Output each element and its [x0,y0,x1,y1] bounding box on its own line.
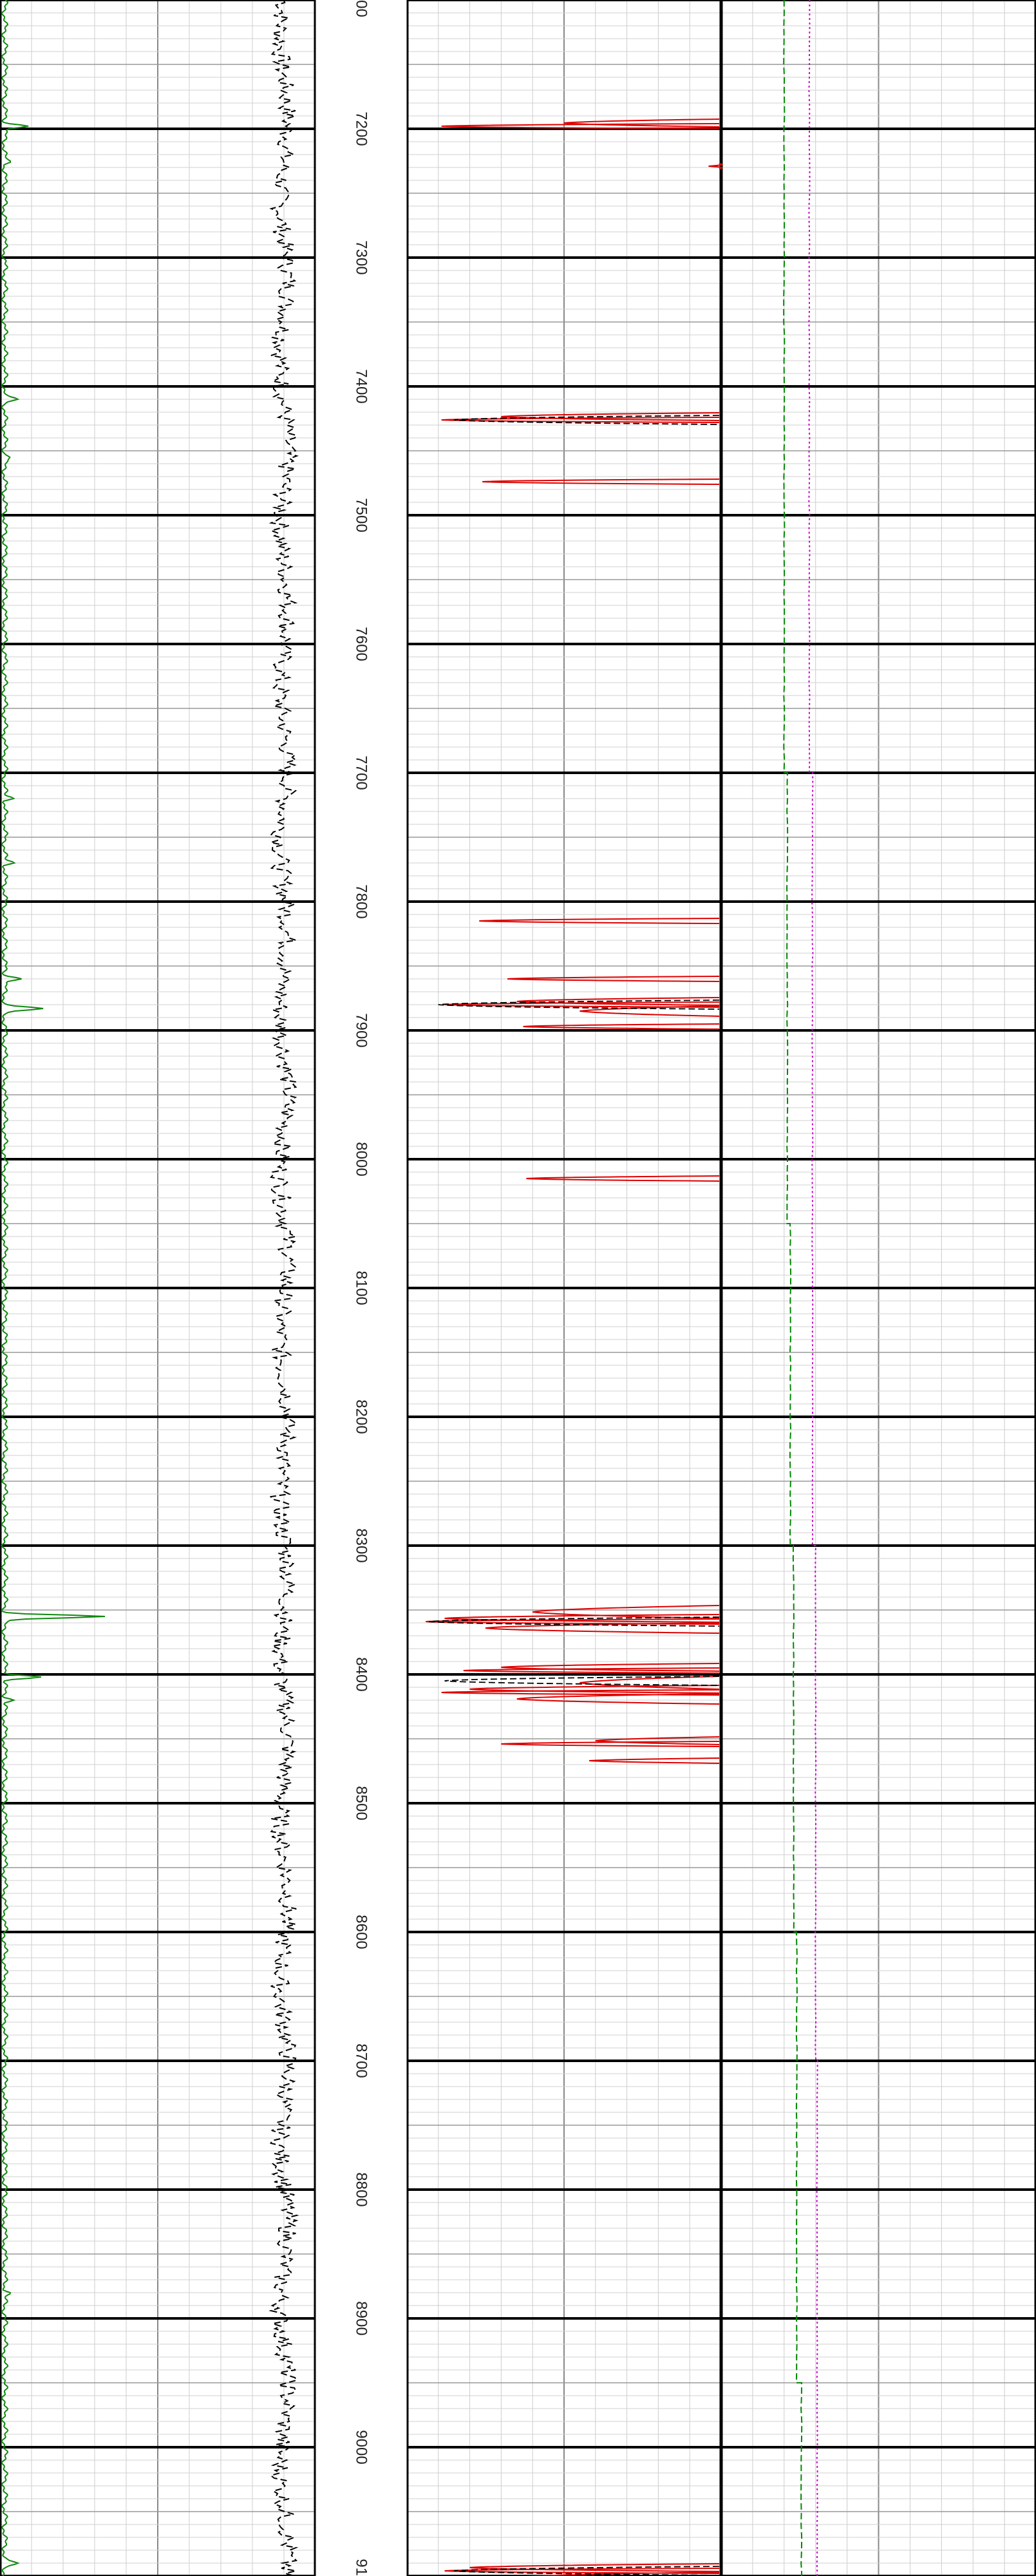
well-log-chart: 7100 7200 7300 7400 7500 7600 7700 7800 7900 8000… [0,0,1036,2576]
depth-label: 8100 [353,1271,370,1305]
depth-label: 7600 [353,627,370,661]
depth-label: 7300 [353,240,370,274]
red-peak [563,118,720,128]
depth-label: 7400 [353,369,370,403]
depth-label: 8600 [353,1915,370,1949]
depth-label: 8800 [353,2172,370,2206]
track-2-red-peaks [426,118,723,2576]
track-1-grid [0,0,316,2576]
red-peak [501,1663,720,1672]
depth-label: 8200 [353,1399,370,1434]
depth-label: 7100 [353,0,370,17]
depth-label: 7700 [353,755,370,790]
depth-label: 8900 [353,2301,370,2335]
depth-label: 8400 [353,1657,370,1691]
depth-label: 8000 [353,1142,370,1176]
track-2-black-dashed-peaks [429,415,720,2576]
red-peak [479,918,720,924]
depth-label: 7900 [353,1013,370,1047]
track-3-grid [720,0,1036,2576]
depth-label: 7800 [353,884,370,918]
depth-labels: 7100 7200 7300 7400 7500 7600 7700 7800 7900 8000… [353,0,370,2576]
red-peak [589,1757,720,1764]
depth-label: 8300 [353,1528,370,1562]
red-peak [526,1175,720,1182]
depth-label: 7500 [353,498,370,532]
red-peak [595,1736,720,1745]
red-peak [482,478,720,485]
depth-label: 9000 [353,2430,370,2464]
depth-label: 8500 [353,1786,370,1820]
track-2-grid [406,0,722,2576]
depth-label: 8700 [353,2043,370,2078]
depth-label: 7200 [353,111,370,146]
depth-label: 9100 [353,2559,370,2576]
